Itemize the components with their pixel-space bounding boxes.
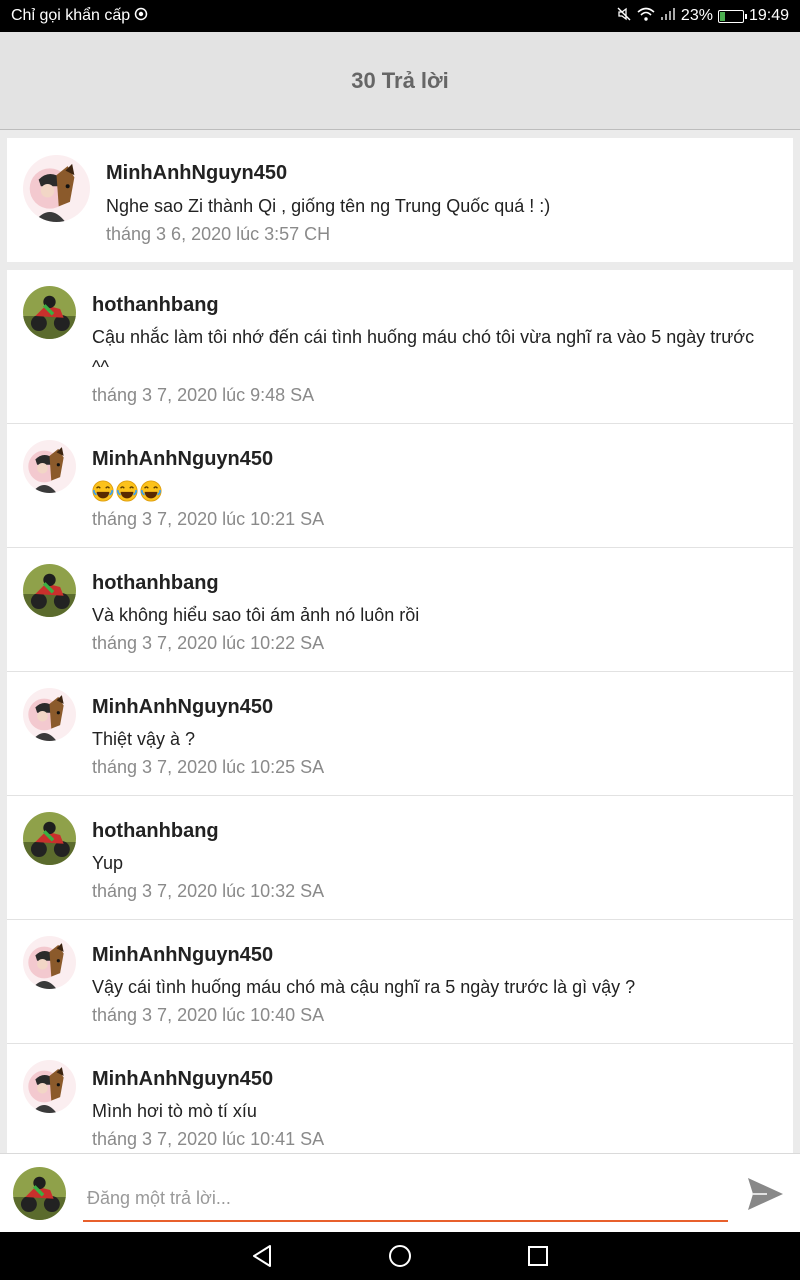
nav-back-icon — [253, 1245, 271, 1267]
parent-comment: MinhAnhNguyn450 Nghe sao Zi thành Qi , g… — [7, 138, 793, 262]
battery-icon — [717, 9, 747, 23]
user-avatar-motorbike-icon — [23, 286, 76, 339]
reply-item: hothanhbang Cậu nhắc làm tôi nhớ đến cái… — [7, 270, 793, 424]
status-right: 23% 19:49 — [616, 6, 789, 27]
avatar[interactable] — [23, 688, 76, 741]
avatar — [13, 1167, 66, 1220]
nav-home-button[interactable] — [385, 1241, 415, 1271]
user-avatar-dog-icon — [23, 440, 76, 493]
reply-item: hothanhbang Và không hiểu sao tôi ám ảnh… — [7, 548, 793, 672]
user-avatar-motorbike-icon — [23, 812, 76, 865]
reply-author[interactable]: hothanhbang — [92, 817, 773, 845]
user-avatar-dog-icon — [23, 1060, 76, 1113]
avatar[interactable] — [23, 440, 76, 493]
reply-timestamp: tháng 3 7, 2020 lúc 10:40 SA — [92, 1005, 325, 1025]
avatar[interactable] — [23, 936, 76, 989]
reply-item: MinhAnhNguyn450 Vậy cái tình huống máu c… — [7, 920, 793, 1044]
status-left: Chỉ gọi khẩn cấp — [11, 7, 148, 26]
reply-timestamp: tháng 3 7, 2020 lúc 10:41 SA — [92, 1129, 325, 1149]
avatar[interactable] — [23, 1060, 76, 1113]
reply-item: hothanhbang Yup tháng 3 7, 2020 lúc 10:3… — [7, 796, 793, 920]
nav-back-button[interactable] — [247, 1241, 277, 1271]
user-avatar-dog-icon — [23, 155, 90, 222]
nav-recents-button[interactable] — [523, 1241, 553, 1271]
reply-body: Mình hơi tò mò tí xíu — [92, 1101, 257, 1121]
clock: 19:49 — [748, 7, 789, 24]
comment-body: Nghe sao Zi thành Qi , giống tên ng Trun… — [106, 196, 551, 216]
reply-timestamp: tháng 3 7, 2020 lúc 10:25 SA — [92, 757, 325, 777]
emergency-circle-icon — [134, 7, 148, 26]
reply-body: 😂😂😂 — [92, 476, 773, 506]
battery-percent: 23% — [680, 7, 713, 24]
user-avatar-motorbike-icon — [23, 564, 76, 617]
nav-home-icon — [389, 1245, 411, 1267]
reply-input[interactable] — [83, 1176, 728, 1222]
send-button[interactable] — [745, 1174, 785, 1214]
signal-icon — [660, 7, 676, 26]
reply-body: Yup — [92, 853, 124, 873]
replies-header: 30 Trả lời — [0, 32, 800, 130]
wifi-icon — [637, 7, 655, 26]
user-avatar-motorbike-icon — [13, 1167, 66, 1220]
reply-author[interactable]: hothanhbang — [92, 291, 773, 319]
mute-icon — [616, 6, 632, 27]
page-title: 30 Trả lời — [351, 67, 449, 93]
reply-timestamp: tháng 3 7, 2020 lúc 9:48 SA — [92, 385, 315, 405]
avatar[interactable] — [23, 286, 76, 339]
laugh-emoji-icon — [116, 480, 138, 502]
replies-list[interactable]: hothanhbang Cậu nhắc làm tôi nhớ đến cái… — [7, 270, 793, 1153]
laugh-emoji-icon — [92, 480, 114, 502]
user-avatar-dog-icon — [23, 688, 76, 741]
reply-composer — [0, 1153, 800, 1232]
system-nav-bar — [0, 1232, 800, 1280]
reply-author[interactable]: MinhAnhNguyn450 — [92, 445, 773, 473]
reply-body: Vậy cái tình huống máu chó mà cậu nghĩ r… — [92, 977, 636, 997]
reply-body: Cậu nhắc làm tôi nhớ đến cái tình huống … — [92, 327, 755, 377]
reply-author[interactable]: hothanhbang — [92, 569, 773, 597]
battery-fill — [719, 11, 725, 21]
avatar[interactable] — [23, 155, 90, 222]
reply-item: MinhAnhNguyn450 Thiệt vậy à ? tháng 3 7,… — [7, 672, 793, 796]
reply-item: MinhAnhNguyn450 😂😂😂 tháng 3 7, 2020 lúc … — [7, 424, 793, 548]
nav-recents-icon — [528, 1246, 548, 1266]
comment-timestamp: tháng 3 6, 2020 lúc 3:57 CH — [106, 224, 331, 244]
comment-author[interactable]: MinhAnhNguyn450 — [106, 162, 287, 185]
reply-body: Và không hiểu sao tôi ám ảnh nó luôn rồi — [92, 605, 420, 625]
reply-author[interactable]: MinhAnhNguyn450 — [92, 941, 773, 969]
reply-timestamp: tháng 3 7, 2020 lúc 10:32 SA — [92, 881, 325, 901]
reply-author[interactable]: MinhAnhNguyn450 — [92, 693, 773, 721]
reply-timestamp: tháng 3 7, 2020 lúc 10:21 SA — [92, 509, 325, 529]
avatar[interactable] — [23, 812, 76, 865]
user-avatar-dog-icon — [23, 936, 76, 989]
reply-body: Thiệt vậy à ? — [92, 729, 196, 749]
reply-author[interactable]: MinhAnhNguyn450 — [92, 1065, 773, 1093]
carrier-text: Chỉ gọi khẩn cấp — [11, 7, 131, 24]
reply-item: MinhAnhNguyn450 Mình hơi tò mò tí xíu th… — [7, 1044, 793, 1153]
avatar[interactable] — [23, 564, 76, 617]
laugh-emoji-icon — [140, 480, 162, 502]
status-bar: Chỉ gọi khẩn cấp 23% 19:49 — [0, 0, 800, 32]
send-icon — [748, 1178, 783, 1210]
reply-timestamp: tháng 3 7, 2020 lúc 10:22 SA — [92, 633, 325, 653]
